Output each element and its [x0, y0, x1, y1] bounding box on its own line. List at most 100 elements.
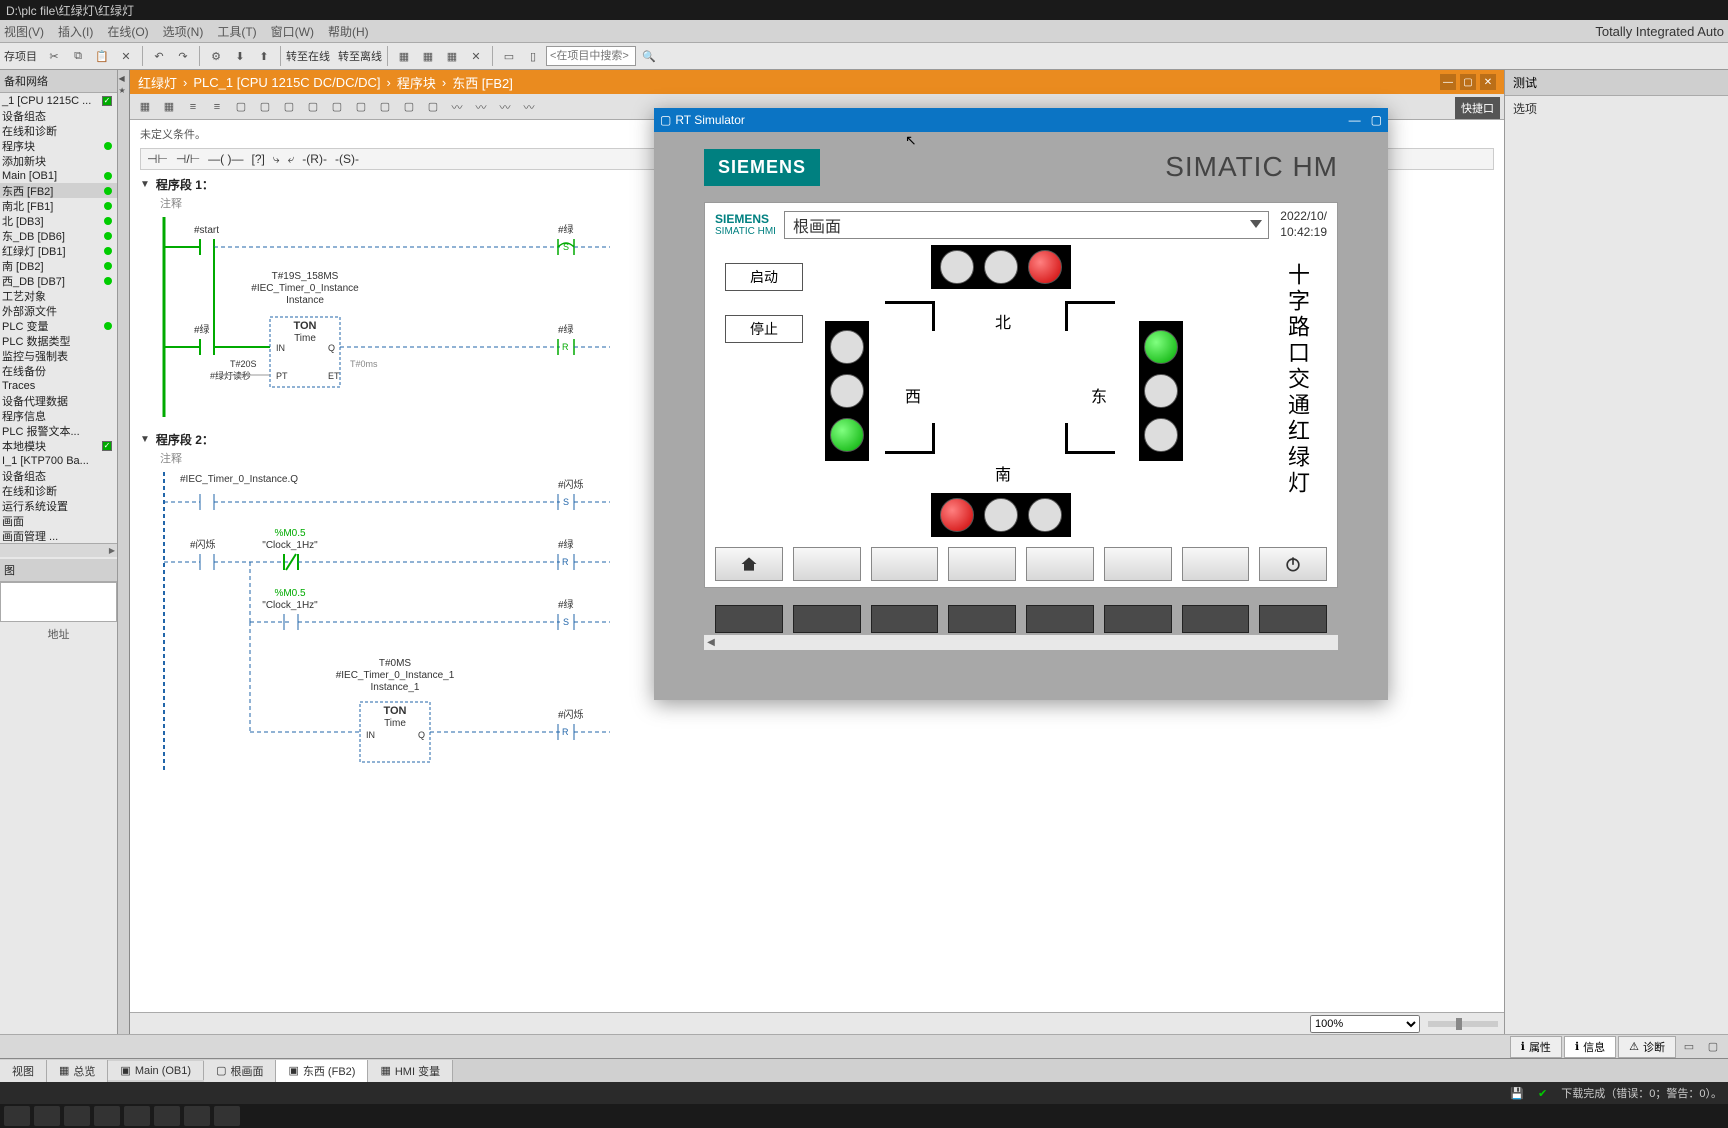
tree-item[interactable]: 设备组态 [0, 468, 117, 483]
fkey-dark[interactable] [1182, 605, 1250, 633]
tab-view[interactable]: 视图 [0, 1060, 47, 1082]
tree-item[interactable]: PLC 变量 [0, 318, 117, 333]
task-icon[interactable] [94, 1106, 120, 1126]
tree-item[interactable]: 外部源文件 [0, 303, 117, 318]
prop-max-icon[interactable]: ▢ [1702, 1036, 1724, 1058]
ed-icon[interactable]: ▢ [350, 96, 372, 118]
task-icon[interactable] [34, 1106, 60, 1126]
rt-min-icon[interactable]: — [1349, 113, 1361, 127]
start-button[interactable]: 启动 [725, 263, 803, 291]
elem-reset-icon[interactable]: -(R)- [302, 152, 327, 166]
ed-icon[interactable]: ▦ [158, 96, 180, 118]
task-icon[interactable] [4, 1106, 30, 1126]
elem-nocontact-icon[interactable]: ⊣⊢ [147, 152, 168, 166]
tree-item[interactable]: PLC 数据类型 [0, 333, 117, 348]
tree-item[interactable]: 设备代理数据 [0, 393, 117, 408]
tree-item[interactable]: 工艺对象 [0, 288, 117, 303]
tree-item[interactable]: 程序信息 [0, 408, 117, 423]
editor-close-icon[interactable]: ✕ [1480, 74, 1496, 90]
tab-overview[interactable]: ▦总览 [47, 1060, 108, 1082]
rt-titlebar[interactable]: ▢ RT Simulator — ▢ [654, 108, 1388, 132]
tree-item[interactable]: 运行系统设置 [0, 498, 117, 513]
fkey-dark[interactable] [715, 605, 783, 633]
rt-max-icon[interactable]: ▢ [1371, 113, 1382, 127]
fkey-dark[interactable] [871, 605, 939, 633]
tab-info[interactable]: ℹ信息 [1564, 1036, 1616, 1058]
os-taskbar[interactable] [0, 1104, 1728, 1128]
ed-icon[interactable]: 〰 [494, 96, 516, 118]
fkey[interactable] [1182, 547, 1250, 581]
tree-item[interactable]: Main [OB1] [0, 168, 117, 183]
zoom-select[interactable]: 100% [1310, 1015, 1420, 1033]
screen-selector[interactable]: 根画面 [784, 211, 1269, 239]
elem-branch-open-icon[interactable]: ⤷ [273, 152, 280, 167]
tree-item[interactable]: 北 [DB3] [0, 213, 117, 228]
tree-item[interactable]: PLC 报警文本... [0, 423, 117, 438]
menu-insert[interactable]: 插入(I) [58, 23, 93, 40]
search-go-icon[interactable]: 🔍 [638, 45, 660, 67]
ed-icon[interactable]: ▦ [134, 96, 156, 118]
tree-item[interactable]: 监控与强制表 [0, 348, 117, 363]
prop-min-icon[interactable]: ▭ [1678, 1036, 1700, 1058]
tree-item[interactable]: 南北 [FB1] [0, 198, 117, 213]
right-options-label[interactable]: 选项 [1505, 96, 1728, 121]
ed-icon[interactable]: ≡ [206, 96, 228, 118]
tool-icon-4[interactable]: ✕ [465, 45, 487, 67]
fkey-dark[interactable] [1026, 605, 1094, 633]
ed-icon[interactable]: ▢ [326, 96, 348, 118]
ed-icon[interactable]: 〰 [446, 96, 468, 118]
menu-view[interactable]: 视图(V) [4, 23, 44, 40]
menu-window[interactable]: 窗口(W) [271, 23, 314, 40]
split-v-icon[interactable]: ▯ [522, 45, 544, 67]
editor-min-icon[interactable]: — [1440, 74, 1456, 90]
ed-icon[interactable]: ≡ [182, 96, 204, 118]
undo-icon[interactable]: ↶ [148, 45, 170, 67]
task-icon[interactable] [154, 1106, 180, 1126]
redo-icon[interactable]: ↷ [172, 45, 194, 67]
copy-icon[interactable]: ⧉ [67, 45, 89, 67]
elem-set-icon[interactable]: -(S)- [335, 152, 359, 166]
tab-diagnostics[interactable]: ⚠诊断 [1618, 1036, 1676, 1058]
download-icon[interactable]: ⬇ [229, 45, 251, 67]
rt-hscroll[interactable]: ◀ [704, 634, 1338, 650]
ed-icon[interactable]: ▢ [230, 96, 252, 118]
compile-icon[interactable]: ⚙ [205, 45, 227, 67]
zoom-slider[interactable] [1428, 1021, 1498, 1027]
menu-tools[interactable]: 工具(T) [217, 23, 256, 40]
tree-item[interactable]: Traces [0, 378, 117, 393]
crumb-plc[interactable]: PLC_1 [CPU 1215C DC/DC/DC] [193, 75, 380, 90]
crumb-project[interactable]: 红绿灯 [138, 73, 177, 92]
fkey-dark[interactable] [1259, 605, 1327, 633]
tool-icon-1[interactable]: ▦ [393, 45, 415, 67]
fkey[interactable] [1104, 547, 1172, 581]
gutter-star-icon[interactable]: ★ [119, 86, 129, 96]
tree-item[interactable]: 程序块 [0, 138, 117, 153]
tab-root-screen[interactable]: ▢根画面 [204, 1060, 276, 1082]
rt-simulator-window[interactable]: ▢ RT Simulator — ▢ SIEMENS SIMATIC HM SI… [654, 108, 1388, 700]
crumb-fb[interactable]: 东西 [FB2] [452, 73, 513, 92]
right-tab-test[interactable]: 测试 [1505, 70, 1728, 96]
elem-branch-close-icon[interactable]: ⤶ [288, 152, 295, 167]
go-offline-button[interactable]: 转至离线 [338, 48, 382, 64]
ed-icon[interactable]: ▢ [302, 96, 324, 118]
task-icon[interactable] [124, 1106, 150, 1126]
stop-button[interactable]: 停止 [725, 315, 803, 343]
fkey-dark[interactable] [1104, 605, 1172, 633]
fkey[interactable] [948, 547, 1016, 581]
elem-nccontact-icon[interactable]: ⊣/⊢ [176, 152, 200, 166]
fkey[interactable] [1026, 547, 1094, 581]
elem-box-icon[interactable]: [?] [251, 152, 264, 166]
editor-max-icon[interactable]: ▢ [1460, 74, 1476, 90]
elem-coil-icon[interactable]: —( )— [208, 152, 243, 166]
fkey-power[interactable] [1259, 547, 1327, 581]
cut-icon[interactable]: ✂ [43, 45, 65, 67]
task-icon[interactable] [184, 1106, 210, 1126]
menu-help[interactable]: 帮助(H) [328, 23, 369, 40]
tool-icon-2[interactable]: ▦ [417, 45, 439, 67]
tree-item[interactable]: 在线和诊断 [0, 123, 117, 138]
tree-item[interactable]: 在线和诊断 [0, 483, 117, 498]
tree-item[interactable]: I_1 [KTP700 Ba... [0, 453, 117, 468]
ed-icon[interactable]: ▢ [374, 96, 396, 118]
ed-icon[interactable]: ▢ [422, 96, 444, 118]
tree-item[interactable]: 画面管理 ... [0, 528, 117, 543]
